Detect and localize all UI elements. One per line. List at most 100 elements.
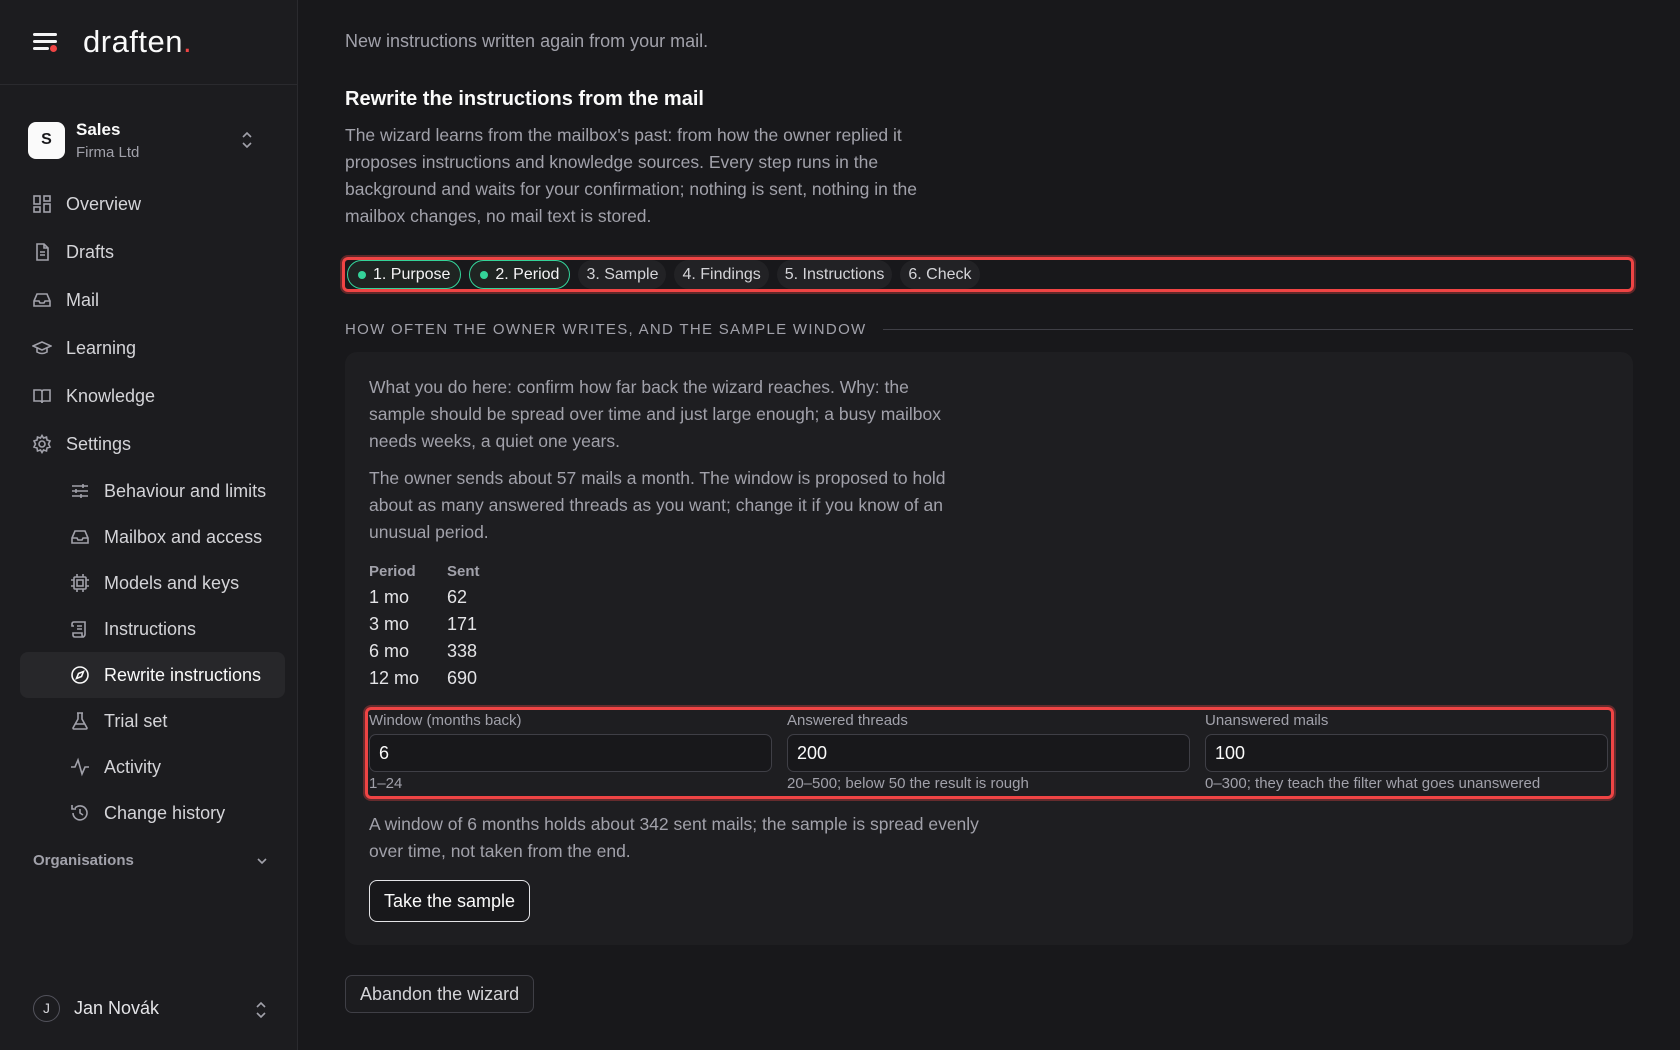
nav-instructions[interactable]: Instructions bbox=[20, 606, 285, 652]
nav-overview[interactable]: Overview bbox=[20, 180, 285, 228]
answered-field: Answered threads 200 20–500; below 50 th… bbox=[787, 710, 1193, 792]
nav-label: Knowledge bbox=[66, 385, 156, 406]
sliders-icon bbox=[72, 484, 88, 498]
flask-icon bbox=[72, 712, 88, 730]
sidebar: draften. S Sales Firma Ltd Overview Draf… bbox=[0, 0, 298, 1050]
sent-cell: 690 bbox=[447, 668, 478, 688]
table-row: 1 mo 62 bbox=[369, 584, 510, 611]
nav-learning[interactable]: Learning bbox=[20, 324, 285, 372]
gear-icon bbox=[32, 434, 52, 454]
org-switcher[interactable]: S Sales Firma Ltd bbox=[28, 115, 273, 165]
nav-rewrite-instructions[interactable]: Rewrite instructions bbox=[20, 652, 285, 698]
unanswered-label: Unanswered mails bbox=[1205, 712, 1329, 729]
take-sample-button[interactable]: Take the sample bbox=[369, 880, 531, 922]
menu-icon[interactable] bbox=[33, 31, 59, 53]
nav-label: Overview bbox=[66, 193, 142, 214]
sent-cell: 171 bbox=[447, 614, 478, 634]
org-company: Firma Ltd bbox=[76, 143, 140, 161]
unanswered-hint: 0–300; they teach the filter what goes u… bbox=[1205, 775, 1541, 792]
nav-label: Settings bbox=[66, 433, 132, 454]
step-findings[interactable]: 4. Findings bbox=[674, 260, 769, 289]
nav-label: Mailbox and access bbox=[104, 526, 263, 547]
step-label: 5. Instructions bbox=[784, 265, 885, 283]
nav-change-history[interactable]: Change history bbox=[20, 790, 285, 836]
organisations-toggle[interactable]: Organisations bbox=[33, 852, 269, 869]
period-cell: 12 mo bbox=[369, 668, 420, 688]
step-label: 6. Check bbox=[908, 265, 972, 283]
user-menu[interactable]: J Jan Novák bbox=[33, 993, 269, 1023]
org-name: Sales bbox=[76, 119, 121, 139]
volume-table: Period Sent 1 mo 62 3 mo 171 6 mo 338 12… bbox=[369, 560, 510, 692]
sent-cell: 62 bbox=[447, 587, 468, 607]
nav-label: Mail bbox=[66, 289, 100, 310]
window-field: Window (months back) 6 1–24 bbox=[369, 710, 775, 792]
nav-drafts[interactable]: Drafts bbox=[20, 228, 285, 276]
section-heading-text: HOW OFTEN THE OWNER WRITES, AND THE SAMP… bbox=[345, 321, 867, 338]
unanswered-field: Unanswered mails 100 0–300; they teach t… bbox=[1205, 710, 1611, 792]
step-check[interactable]: 6. Check bbox=[900, 260, 980, 289]
divider bbox=[882, 329, 1633, 330]
nav-models-keys[interactable]: Models and keys bbox=[20, 560, 285, 606]
nav-label: Rewrite instructions bbox=[104, 664, 262, 685]
inbox-icon bbox=[71, 530, 89, 544]
period-card: What you do here: confirm how far back t… bbox=[345, 352, 1633, 945]
answered-input[interactable]: 200 bbox=[787, 734, 1190, 772]
main-nav: Overview Drafts Mail Learning Knowledge … bbox=[20, 180, 285, 836]
nav-mailbox-access[interactable]: Mailbox and access bbox=[20, 514, 285, 560]
table-row: 12 mo 690 bbox=[369, 665, 510, 692]
period-cell: 6 mo bbox=[369, 641, 410, 661]
answered-label: Answered threads bbox=[787, 712, 908, 729]
chevrons-up-down-icon bbox=[242, 131, 252, 149]
table-row: 3 mo 171 bbox=[369, 611, 510, 638]
explanation-text: What you do here: confirm how far back t… bbox=[369, 377, 942, 451]
page-description: The wizard learns from the mailbox's pas… bbox=[345, 125, 918, 226]
compass-icon bbox=[71, 666, 89, 684]
section-heading: HOW OFTEN THE OWNER WRITES, AND THE SAMP… bbox=[345, 321, 1633, 338]
nav-label: Trial set bbox=[104, 710, 168, 731]
sent-cell: 338 bbox=[447, 641, 478, 661]
step-label: 1. Purpose bbox=[373, 265, 451, 283]
activity-icon bbox=[71, 757, 89, 777]
nav-trial-set[interactable]: Trial set bbox=[20, 698, 285, 744]
step-sample[interactable]: 3. Sample bbox=[578, 260, 667, 289]
step-label: 3. Sample bbox=[586, 265, 659, 283]
nav-knowledge[interactable]: Knowledge bbox=[20, 372, 285, 420]
nav-label: Learning bbox=[66, 337, 137, 358]
step-instructions[interactable]: 5. Instructions bbox=[776, 260, 893, 289]
column-header: Period bbox=[369, 562, 416, 580]
answered-hint: 20–500; below 50 the result is rough bbox=[787, 775, 1029, 792]
history-icon bbox=[71, 805, 88, 821]
table-header-row: Period Sent bbox=[369, 560, 510, 584]
chevron-down-icon bbox=[257, 857, 267, 864]
nav-mail[interactable]: Mail bbox=[20, 276, 285, 324]
user-name: Jan Novák bbox=[74, 997, 160, 1018]
nav-label: Change history bbox=[104, 802, 226, 823]
step-done-dot bbox=[480, 270, 489, 279]
brand-row: draften. bbox=[0, 0, 297, 85]
page-intro: New instructions written again from your… bbox=[345, 31, 709, 51]
nav-label: Models and keys bbox=[104, 572, 240, 593]
table-row: 6 mo 338 bbox=[369, 638, 510, 665]
nav-settings[interactable]: Settings bbox=[20, 420, 285, 468]
nav-activity[interactable]: Activity bbox=[20, 744, 285, 790]
unanswered-input[interactable]: 100 bbox=[1205, 734, 1608, 772]
graduation-cap-icon bbox=[32, 341, 52, 355]
brand-logo[interactable]: draften. bbox=[83, 24, 192, 60]
sample-settings: Window (months back) 6 1–24 Answered thr… bbox=[365, 707, 1614, 799]
chevrons-up-down-icon bbox=[256, 1001, 266, 1019]
wizard-steps: 1. Purpose 2. Period 3. Sample 4. Findin… bbox=[342, 257, 1634, 292]
window-input[interactable]: 6 bbox=[369, 734, 772, 772]
window-hint: 1–24 bbox=[369, 775, 403, 792]
step-label: 2. Period bbox=[495, 265, 560, 283]
nav-behaviour-limits[interactable]: Behaviour and limits bbox=[20, 468, 285, 514]
book-open-icon bbox=[33, 389, 51, 404]
abandon-wizard-button[interactable]: Abandon the wizard bbox=[345, 975, 535, 1013]
nav-label: Instructions bbox=[104, 618, 197, 639]
step-purpose[interactable]: 1. Purpose bbox=[347, 260, 462, 289]
document-icon bbox=[36, 243, 49, 261]
scroll-text-icon bbox=[71, 621, 86, 638]
period-cell: 3 mo bbox=[369, 614, 410, 634]
user-avatar: J bbox=[33, 994, 60, 1022]
step-period[interactable]: 2. Period bbox=[469, 260, 571, 289]
inbox-icon bbox=[33, 293, 51, 307]
